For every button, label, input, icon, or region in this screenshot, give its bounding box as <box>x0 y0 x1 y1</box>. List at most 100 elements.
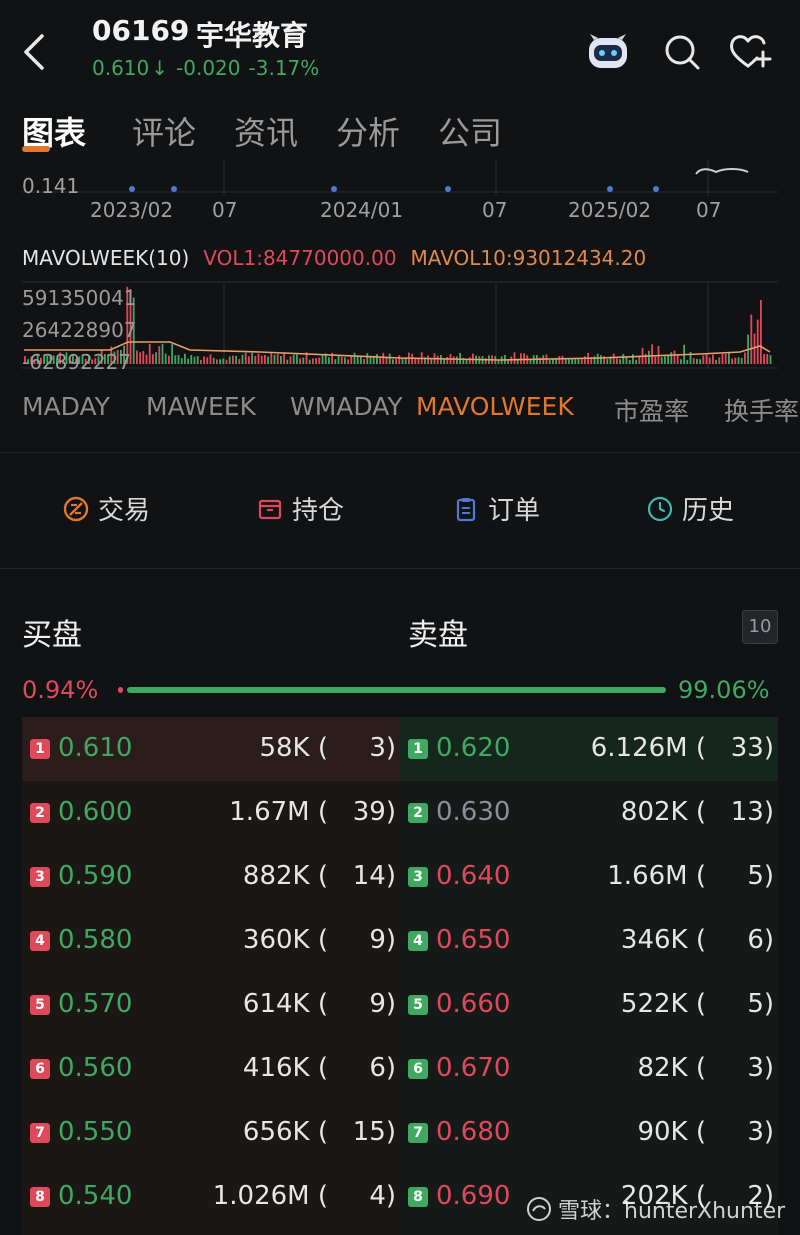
bid-volume: 656K ( <box>242 1117 328 1147</box>
volume-bar <box>628 360 631 364</box>
tab-analysis[interactable]: 分析 <box>336 108 400 154</box>
volume-bar <box>302 357 305 364</box>
history-label: 历史 <box>682 496 735 526</box>
quote-line: 0.610 ↓ -0.020 -3.17% <box>92 56 327 80</box>
volume-bar <box>350 356 353 364</box>
volume-bar <box>209 354 212 364</box>
indicator-tab-pe-ratio[interactable]: 市盈率 <box>614 392 689 428</box>
ask-row[interactable]: 6 0.670 82K ( 3) <box>400 1037 778 1101</box>
volume-bar <box>318 357 321 364</box>
volume-bar <box>564 359 567 364</box>
bid-row[interactable]: 2 0.600 1.67M ( 39) <box>22 781 400 845</box>
ask-volume: 522K ( <box>620 989 706 1019</box>
level-badge: 7 <box>30 1123 50 1143</box>
ai-assistant-icon[interactable] <box>584 32 632 72</box>
volume-bar <box>571 358 573 364</box>
tab-comments[interactable]: 评论 <box>132 108 196 154</box>
depth-selector[interactable]: 10 <box>742 610 778 644</box>
volume-bar <box>228 356 231 364</box>
orders-button[interactable]: 订单 <box>452 490 540 527</box>
price-change: -0.020 <box>176 56 241 80</box>
volume-bar <box>728 352 730 364</box>
volume-bar <box>142 351 145 364</box>
level-badge: 1 <box>30 739 50 759</box>
volume-bar <box>356 356 359 364</box>
volume-bar <box>417 358 420 364</box>
ask-count: 5) <box>747 989 774 1019</box>
action-bar: 交易 持仓 订单 历史 <box>0 490 800 534</box>
positions-button[interactable]: 持仓 <box>256 490 344 527</box>
volume-bar <box>286 359 289 364</box>
volume-bar <box>584 356 586 364</box>
indicator-tab-turnover[interactable]: 换手率 <box>724 392 799 428</box>
volume-bar <box>328 357 330 364</box>
volume-bar <box>555 359 557 364</box>
ask-row[interactable]: 2 0.630 802K ( 13) <box>400 781 778 845</box>
tab-company[interactable]: 公司 <box>438 108 502 154</box>
tab-news[interactable]: 资讯 <box>234 108 298 154</box>
volume-bar <box>200 359 202 364</box>
history-button[interactable]: 历史 <box>646 490 734 527</box>
ask-volume: 82K ( <box>637 1053 706 1083</box>
ask-row[interactable]: 1 0.620 6.126M ( 33) <box>400 717 778 781</box>
ask-row[interactable]: 7 0.680 90K ( 3) <box>400 1101 778 1165</box>
x-tick: 07 <box>482 198 508 222</box>
bid-row[interactable]: 4 0.580 360K ( 9) <box>22 909 400 973</box>
volume-bar <box>366 353 369 364</box>
ask-price: 0.680 <box>436 1117 511 1147</box>
volume-bar <box>548 359 551 364</box>
trade-button[interactable]: 交易 <box>62 490 150 527</box>
volume-bar <box>260 355 263 364</box>
volume-bar <box>465 359 468 364</box>
volume-bar <box>244 352 247 364</box>
volume-bar <box>753 333 756 364</box>
indicator-tab-maweek[interactable]: MAWEEK <box>146 392 256 421</box>
volume-bar <box>705 354 708 364</box>
volume-bar <box>577 359 580 364</box>
volume-bar <box>635 359 637 364</box>
bid-row[interactable]: 8 0.540 1.026M ( 4) <box>22 1165 400 1229</box>
ask-volume: 346K ( <box>620 925 706 955</box>
add-favorite-heart-icon[interactable] <box>728 32 772 72</box>
search-icon[interactable] <box>662 32 702 72</box>
back-arrow-icon[interactable] <box>18 30 54 74</box>
indicator-tab-wmaday[interactable]: WMADAY <box>290 392 402 421</box>
bid-count: 3) <box>369 733 396 763</box>
bid-row[interactable]: 5 0.570 614K ( 9) <box>22 973 400 1037</box>
level-badge: 2 <box>408 803 428 823</box>
x-tick: 2023/02 <box>90 198 174 222</box>
volume-bar <box>164 353 167 364</box>
volume-bar <box>219 359 221 364</box>
volume-bar <box>724 353 727 364</box>
volume-bar <box>392 359 394 364</box>
volume-bar <box>744 352 746 364</box>
volume-bar <box>360 356 362 364</box>
volume-bar <box>670 352 673 364</box>
level-badge: 5 <box>408 995 428 1015</box>
volume-bar <box>740 358 743 364</box>
volume-bar <box>276 354 279 364</box>
indicator-tab-maday[interactable]: MADAY <box>22 392 110 421</box>
volume-bar <box>734 357 737 364</box>
bid-row[interactable]: 7 0.550 656K ( 15) <box>22 1101 400 1165</box>
trade-icon <box>63 496 89 521</box>
bid-ratio: 0.94% <box>22 676 99 704</box>
volume-bar <box>296 354 298 364</box>
volume-bar <box>203 356 205 364</box>
volume-bar <box>363 359 365 364</box>
ask-price: 0.690 <box>436 1181 511 1211</box>
bid-price: 0.580 <box>58 925 133 955</box>
bid-row[interactable]: 6 0.560 416K ( 6) <box>22 1037 400 1101</box>
volume-bar <box>168 355 170 364</box>
divider <box>0 452 800 453</box>
ask-row[interactable]: 3 0.640 1.66M ( 5) <box>400 845 778 909</box>
bid-title: 买盘 <box>22 618 82 653</box>
indicator-tab-mavolweek[interactable]: MAVOLWEEK <box>416 392 574 421</box>
bid-row[interactable]: 3 0.590 882K ( 14) <box>22 845 400 909</box>
ask-row[interactable]: 5 0.660 522K ( 5) <box>400 973 778 1037</box>
orders-icon <box>456 497 476 521</box>
ask-row[interactable]: 4 0.650 346K ( 6) <box>400 909 778 973</box>
volume-bar <box>216 359 218 364</box>
level-badge: 3 <box>408 867 428 887</box>
bid-row[interactable]: 1 0.610 58K ( 3) <box>22 717 400 781</box>
